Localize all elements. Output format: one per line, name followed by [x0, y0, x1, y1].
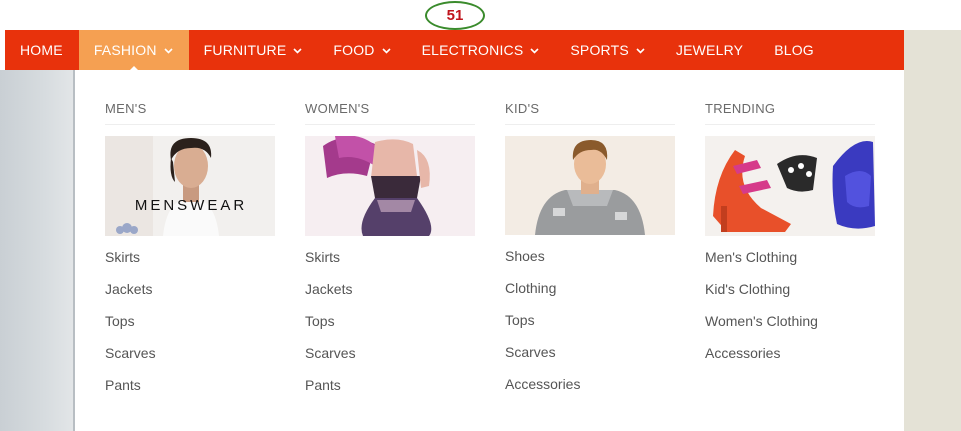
chevron-down-icon	[382, 47, 391, 54]
menu-link-tops[interactable]: Tops	[505, 304, 675, 336]
trending-shoes-image[interactable]	[705, 136, 875, 236]
nav-item-blog[interactable]: BLOG	[759, 30, 830, 70]
nav-item-label: HOME	[20, 42, 63, 58]
column-title: MEN'S	[105, 101, 147, 116]
menu-link-scarves[interactable]: Scarves	[105, 337, 275, 369]
menu-link-tops[interactable]: Tops	[105, 305, 275, 337]
page: 51 HOME FASHION FURNITURE FOOD ELECTRONI…	[0, 0, 961, 431]
link-list: Men's Clothing Kid's Clothing Women's Cl…	[705, 241, 875, 369]
womenswear-image[interactable]	[305, 136, 475, 236]
nav-item-label: FASHION	[93, 42, 157, 58]
menu-link-scarves[interactable]: Scarves	[505, 336, 675, 368]
nav-item-food[interactable]: FOOD	[318, 30, 406, 70]
nav-item-label: SPORTS	[570, 42, 629, 58]
trending-shoes-photo	[705, 136, 875, 236]
menu-link-mens-clothing[interactable]: Men's Clothing	[705, 241, 875, 273]
link-list: Skirts Jackets Tops Scarves Pants	[105, 241, 275, 401]
menu-link-pants[interactable]: Pants	[105, 369, 275, 401]
menu-link-kids-clothing[interactable]: Kid's Clothing	[705, 273, 875, 305]
column-title: WOMEN'S	[305, 101, 370, 116]
menswear-photo: MENSWEAR	[105, 136, 275, 236]
menu-link-accessories[interactable]: Accessories	[705, 337, 875, 369]
menu-link-skirts[interactable]: Skirts	[305, 241, 475, 273]
link-list: Shoes Clothing Tops Scarves Accessories	[505, 240, 675, 400]
page-background-right	[904, 30, 961, 431]
nav-item-sports[interactable]: SPORTS	[555, 30, 661, 70]
chevron-down-icon	[293, 47, 302, 54]
column-title: KID'S	[505, 101, 540, 116]
menu-link-jackets[interactable]: Jackets	[105, 273, 275, 305]
menu-link-shoes[interactable]: Shoes	[505, 240, 675, 272]
divider	[105, 124, 275, 125]
nav-item-jewelry[interactable]: JEWELRY	[661, 30, 759, 70]
nav-item-electronics[interactable]: ELECTRONICS	[407, 30, 556, 70]
menu-link-accessories[interactable]: Accessories	[505, 368, 675, 400]
nav-item-label: ELECTRONICS	[421, 42, 524, 58]
page-background-left	[0, 70, 75, 431]
chevron-down-icon	[164, 47, 173, 54]
chevron-down-icon	[636, 47, 645, 54]
menu-link-scarves[interactable]: Scarves	[305, 337, 475, 369]
link-list: Skirts Jackets Tops Scarves Pants	[305, 241, 475, 401]
nav-item-home[interactable]: HOME	[5, 30, 79, 70]
divider	[505, 124, 675, 125]
nav-item-label: FOOD	[333, 42, 375, 58]
womenswear-photo	[305, 136, 475, 236]
kidswear-image[interactable]	[505, 136, 675, 235]
menu-link-womens-clothing[interactable]: Women's Clothing	[705, 305, 875, 337]
main-nav: HOME FASHION FURNITURE FOOD ELECTRONICS …	[5, 30, 904, 70]
divider	[705, 124, 875, 125]
nav-item-label: BLOG	[774, 42, 814, 58]
fashion-mega-menu: MEN'S MENSWEAR Skirts Jackets Tops Scarv…	[75, 70, 904, 431]
menu-link-pants[interactable]: Pants	[305, 369, 475, 401]
nav-item-furniture[interactable]: FURNITURE	[189, 30, 319, 70]
kidswear-photo	[505, 136, 675, 235]
menu-link-jackets[interactable]: Jackets	[305, 273, 475, 305]
nav-item-label: JEWELRY	[675, 42, 744, 58]
step-badge: 51	[425, 1, 485, 30]
menu-link-clothing[interactable]: Clothing	[505, 272, 675, 304]
chevron-down-icon	[530, 47, 539, 54]
menu-link-tops[interactable]: Tops	[305, 305, 475, 337]
menu-link-skirts[interactable]: Skirts	[105, 241, 275, 273]
nav-item-fashion[interactable]: FASHION	[78, 30, 189, 70]
menswear-logo-text: MENSWEAR	[135, 197, 247, 214]
divider	[305, 124, 475, 125]
menswear-image[interactable]: MENSWEAR	[105, 136, 275, 236]
column-title: TRENDING	[705, 101, 776, 116]
nav-item-label: FURNITURE	[203, 42, 287, 58]
